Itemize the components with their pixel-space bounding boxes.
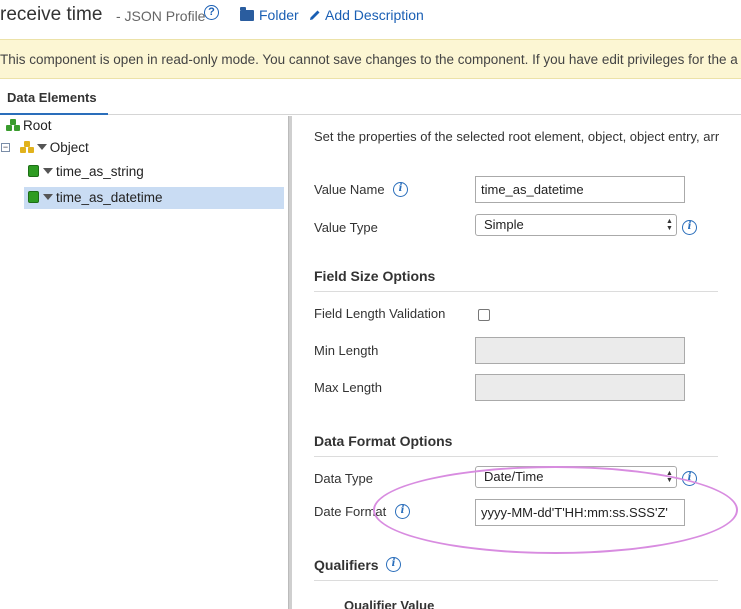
min-length-field[interactable] [475, 337, 685, 364]
info-icon[interactable]: i [682, 471, 697, 486]
qualifiers-heading: Qualifiers i [314, 557, 718, 581]
field-size-options-heading: Field Size Options [314, 268, 718, 292]
element-tree: Root − Object time_as_string time_as_dat… [0, 116, 288, 609]
data-format-options-heading: Data Format Options [314, 433, 718, 457]
entry-icon [28, 191, 39, 203]
expand-triangle-icon[interactable] [43, 168, 53, 174]
folder-icon [240, 7, 254, 21]
select-arrows-icon: ▲ ▼ [666, 218, 673, 232]
tab-bar: Data Elements [0, 80, 741, 115]
root-icon [6, 119, 20, 132]
add-description-link[interactable]: Add Description [309, 7, 424, 23]
value-type-value: Simple [484, 217, 524, 232]
collapse-icon[interactable]: − [1, 143, 10, 152]
value-type-label: Value Type [314, 220, 378, 235]
data-type-select[interactable]: Date/Time ▲ ▼ [475, 466, 677, 488]
entry-icon [28, 165, 39, 177]
pane-splitter[interactable] [288, 116, 292, 609]
qualifier-value-label: Qualifier Value [344, 598, 435, 609]
header-bar: receive time - JSON Profile ? Folder Add… [0, 0, 741, 38]
info-icon[interactable]: i [682, 220, 697, 235]
page-title: receive time [0, 4, 103, 25]
tree-item-time-as-datetime[interactable]: time_as_datetime [24, 187, 284, 209]
qualifiers-title: Qualifiers [314, 557, 379, 573]
expand-triangle-icon[interactable] [36, 144, 47, 150]
field-length-validation-label: Field Length Validation [314, 306, 446, 321]
tree-item-object[interactable]: − Object [0, 137, 110, 159]
tree-item-label: time_as_string [56, 164, 144, 179]
data-type-label: Data Type [314, 471, 374, 486]
expand-triangle-icon[interactable] [43, 194, 53, 200]
data-type-value: Date/Time [484, 469, 544, 484]
tree-item-label: time_as_datetime [56, 190, 163, 205]
object-icon [19, 141, 34, 154]
value-name-label: Value Name [314, 182, 385, 197]
page-subtitle: - JSON Profile [116, 8, 206, 24]
pencil-icon [310, 10, 320, 20]
tab-data-elements[interactable]: Data Elements [0, 89, 108, 115]
max-length-field[interactable] [475, 374, 685, 401]
add-description-label: Add Description [325, 7, 424, 23]
tree-item-label: Root [23, 118, 52, 133]
date-format-field[interactable]: yyyy-MM-dd'T'HH:mm:ss.SSS'Z' [475, 499, 685, 526]
select-arrows-icon: ▲ ▼ [666, 470, 673, 484]
read-only-banner: This component is open in read-only mode… [0, 39, 741, 79]
info-icon[interactable]: i [393, 182, 408, 197]
help-icon[interactable]: ? [204, 5, 219, 20]
max-length-label: Max Length [314, 380, 382, 395]
info-icon[interactable]: i [386, 557, 401, 572]
value-name-field[interactable]: time_as_datetime [475, 176, 685, 203]
value-type-select[interactable]: Simple ▲ ▼ [475, 214, 677, 236]
tree-item-label: Object [49, 140, 89, 155]
properties-panel: Set the properties of the selected root … [296, 116, 741, 609]
tree-item-time-as-string[interactable]: time_as_string [28, 161, 144, 183]
tree-item-root[interactable]: Root [6, 115, 52, 137]
date-format-label: Date Format [314, 504, 387, 519]
panel-intro: Set the properties of the selected root … [314, 129, 720, 144]
folder-label: Folder [259, 7, 299, 23]
min-length-label: Min Length [314, 343, 379, 358]
field-length-validation-checkbox[interactable] [478, 309, 490, 321]
info-icon[interactable]: i [395, 504, 410, 519]
folder-link[interactable]: Folder [240, 7, 299, 23]
